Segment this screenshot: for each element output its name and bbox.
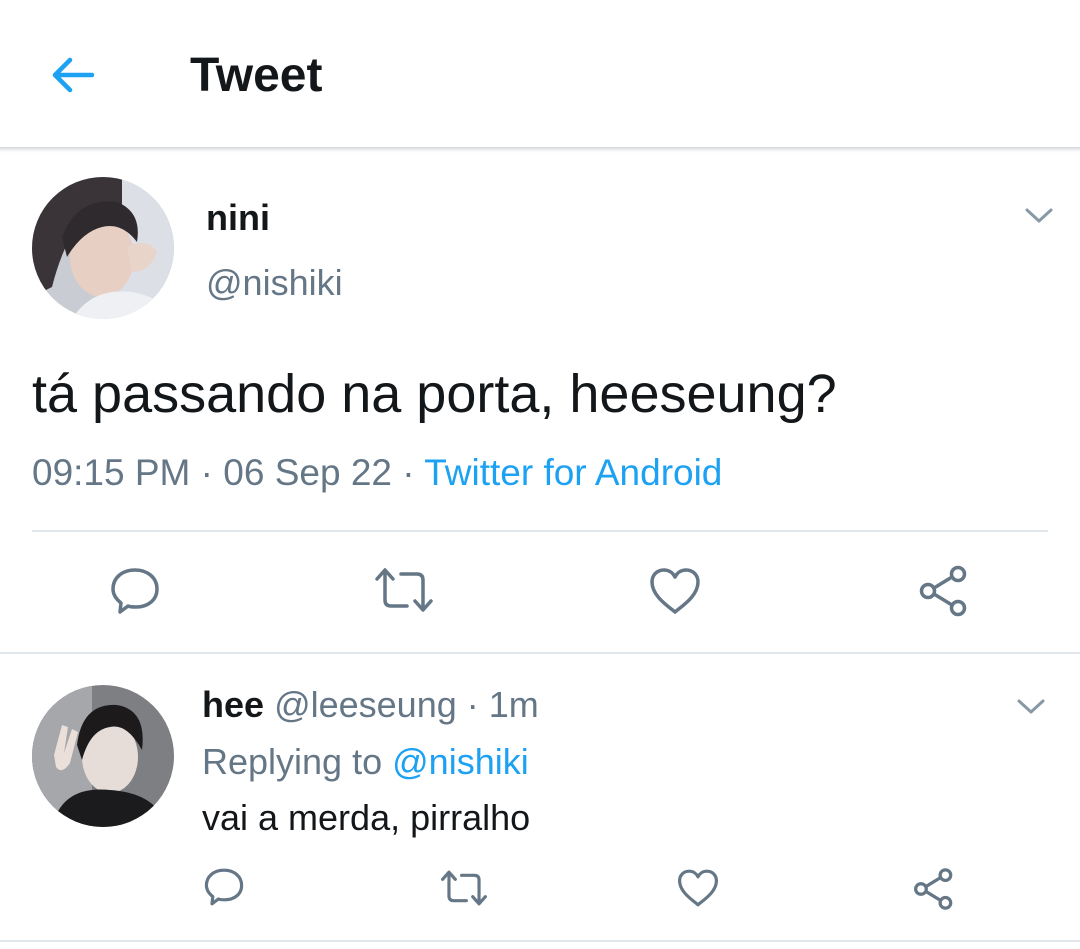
divider [32, 530, 1048, 532]
reply-author-line: hee @leeseung · 1m [202, 684, 539, 726]
retweet-button[interactable] [371, 565, 437, 615]
avatar[interactable] [32, 177, 174, 319]
reply-icon [204, 868, 244, 906]
reply-avatar[interactable] [32, 685, 174, 827]
reply-menu-button[interactable] [1016, 697, 1046, 717]
like-icon [678, 869, 718, 907]
reply-icon [111, 568, 159, 614]
tweet-text: tá passando na porta, heeseung? [32, 364, 837, 424]
tweet-date: 06 Sep 22 [223, 452, 392, 493]
tweet-source-link[interactable]: Twitter for Android [424, 452, 722, 493]
share-icon [919, 565, 967, 617]
back-arrow-icon [52, 57, 95, 93]
like-button[interactable] [646, 564, 704, 618]
replying-label: Replying to [202, 741, 383, 782]
chevron-down-icon [1025, 208, 1053, 223]
reply-like-button[interactable] [674, 866, 722, 910]
reply-time: 1m [488, 684, 539, 725]
meta-separator: · [391, 452, 425, 493]
reply-handle[interactable]: @leeseung [274, 684, 457, 725]
retweet-icon [375, 568, 433, 612]
replying-to-mention[interactable]: @nishiki [392, 741, 529, 782]
like-icon [650, 568, 700, 614]
author-display-name[interactable]: nini [206, 197, 270, 239]
tweet-menu-button[interactable] [1024, 206, 1054, 226]
back-button[interactable] [48, 50, 98, 100]
chevron-down-icon [1017, 699, 1045, 714]
tweet-time: 09:15 PM [32, 452, 191, 493]
share-button[interactable] [915, 563, 973, 619]
retweet-icon [441, 870, 487, 906]
section-divider [0, 652, 1080, 654]
page-title: Tweet [190, 49, 323, 102]
bottom-divider [0, 940, 1080, 942]
replying-to-line: Replying to @nishiki [202, 741, 529, 783]
author-handle[interactable]: @nishiki [206, 262, 343, 304]
tweet-meta: 09:15 PM · 06 Sep 22 · Twitter for Andro… [32, 450, 722, 496]
reply-retweet-button[interactable] [437, 868, 491, 908]
meta-separator: · [190, 452, 224, 493]
app-header: Tweet [0, 0, 1080, 148]
share-icon [914, 868, 953, 910]
meta-separator: · [456, 684, 489, 725]
reply-reply-button[interactable] [201, 866, 247, 908]
reply-share-button[interactable] [910, 866, 958, 912]
header-divider [0, 147, 1080, 153]
reply-text: vai a merda, pirralho [202, 797, 531, 838]
reply-display-name[interactable]: hee [202, 684, 264, 725]
reply-button[interactable] [105, 563, 165, 619]
